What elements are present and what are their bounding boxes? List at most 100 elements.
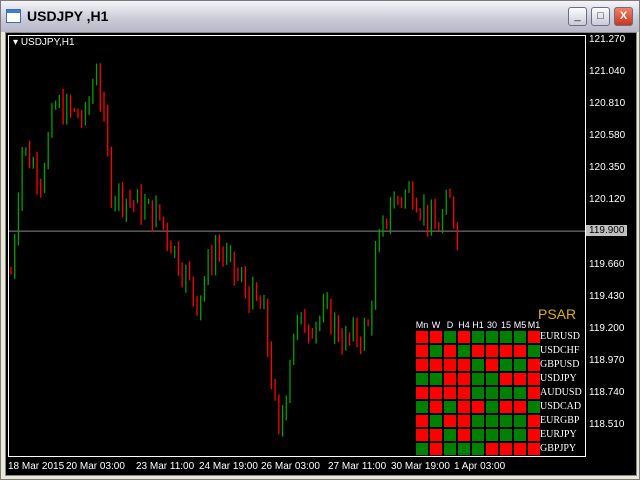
maximize-button[interactable]: □ [591,7,610,26]
price-axis-label: 119.660 [589,258,625,270]
psar-signal-cell [429,358,443,372]
price-axis-label: 119.200 [589,322,625,334]
psar-signal-cell [499,330,513,344]
psar-signal-cell [527,358,541,372]
current-price-label: 119.900 [586,225,628,237]
title-bar[interactable]: USDJPY ,H1 _ □ X [1,1,639,32]
psar-signal-cell [485,386,499,400]
psar-signal-cell [443,386,457,400]
psar-signal-cell [499,428,513,442]
psar-signal-cell [443,400,457,414]
psar-signal-cell [485,358,499,372]
psar-signal-cell [499,344,513,358]
psar-signal-cell [457,414,471,428]
psar-timeframe-header: H1 [472,320,484,330]
psar-signal-cell [499,386,513,400]
psar-signal-cell [457,400,471,414]
psar-timeframe-header: M5 [513,320,527,330]
psar-signal-cell [471,400,485,414]
psar-signal-cell [513,330,527,344]
psar-signal-cell [457,386,471,400]
psar-timeframe-header: M1 [527,320,541,330]
time-axis-label: 20 Mar 03:00 [66,461,125,472]
psar-signal-cell [527,344,541,358]
psar-pair-label: EURGBP [540,415,580,426]
psar-signal-cell [457,358,471,372]
psar-signal-cell [527,400,541,414]
psar-signal-cell [499,442,513,456]
psar-signal-cell [471,428,485,442]
psar-signal-cell [429,344,443,358]
psar-signal-cell [429,386,443,400]
psar-signal-cell [457,372,471,386]
psar-signal-cell [429,442,443,456]
psar-signal-cell [429,372,443,386]
time-axis-label: 18 Mar 2015 [8,461,65,472]
close-button[interactable]: X [614,7,633,26]
time-axis-label: 26 Mar 03:00 [261,461,320,472]
psar-pair-label: EURJPY [540,429,577,440]
psar-signal-cell [485,428,499,442]
price-axis-label: 120.580 [589,130,626,142]
psar-signal-cell [471,386,485,400]
psar-signal-cell [527,414,541,428]
psar-timeframe-header: 30 [486,320,497,330]
price-chart[interactable]: ▾ USDJPY,H1 119.900 PSAR Mn W D H4 H1 30 15 M5 M… [5,32,637,476]
psar-pair-label: AUDUSD [540,387,582,398]
psar-signal-cell [527,428,541,442]
chart-window: USDJPY ,H1 _ □ X ▾ USDJPY,H1 119.900 PSA… [0,0,640,480]
psar-signal-cell [457,442,471,456]
psar-signal-cell [415,414,429,428]
psar-signal-cell [415,330,429,344]
psar-signal-cell [443,428,457,442]
price-axis-label: 118.970 [589,354,625,366]
price-axis-label: 120.120 [589,194,626,206]
psar-signal-cell [415,442,429,456]
psar-signal-cell [513,400,527,414]
psar-signal-cell [415,344,429,358]
time-axis-label: 1 Apr 03:00 [454,461,506,472]
psar-signal-cell [443,414,457,428]
psar-timeframe-header: D [446,320,454,330]
psar-signal-cell [527,442,541,456]
psar-signal-cell [513,442,527,456]
psar-signal-cell [499,358,513,372]
psar-signal-cell [443,372,457,386]
price-axis-label: 118.740 [589,386,625,398]
psar-timeframe-header: Mn [415,320,429,330]
psar-signal-cell [443,442,457,456]
psar-signal-cell [443,344,457,358]
price-axis-label: 119.430 [589,290,625,302]
psar-signal-cell [415,372,429,386]
psar-pair-label: USDJPY [540,373,577,384]
psar-pair-label: USDCHF [540,345,580,356]
psar-signal-cell [443,358,457,372]
psar-signal-cell [485,414,499,428]
psar-signal-cell [429,414,443,428]
time-axis-label: 24 Mar 19:00 [199,461,258,472]
psar-signal-cell [513,386,527,400]
psar-signal-cell [471,372,485,386]
psar-signal-cell [485,442,499,456]
psar-pair-label: USDCAD [540,401,582,412]
minimize-button[interactable]: _ [568,7,587,26]
psar-signal-cell [415,428,429,442]
chart-window-icon [6,9,21,23]
price-axis-label: 118.510 [589,419,625,431]
psar-signal-cell [485,372,499,386]
symbol-label[interactable]: ▾ USDJPY,H1 [13,37,75,48]
psar-signal-cell [429,330,443,344]
window-title: USDJPY ,H1 [27,8,109,24]
psar-signal-cell [485,400,499,414]
psar-signal-cell [443,330,457,344]
psar-signal-cell [471,330,485,344]
psar-signal-cell [429,428,443,442]
psar-signal-cell [513,414,527,428]
price-axis-label: 120.350 [589,162,626,174]
psar-signal-cell [415,358,429,372]
psar-timeframe-header: W [431,320,441,330]
time-axis-label: 27 Mar 11:00 [328,461,387,472]
psar-signal-cell [527,386,541,400]
psar-signal-cell [471,358,485,372]
time-axis-label: 30 Mar 19:00 [391,461,450,472]
